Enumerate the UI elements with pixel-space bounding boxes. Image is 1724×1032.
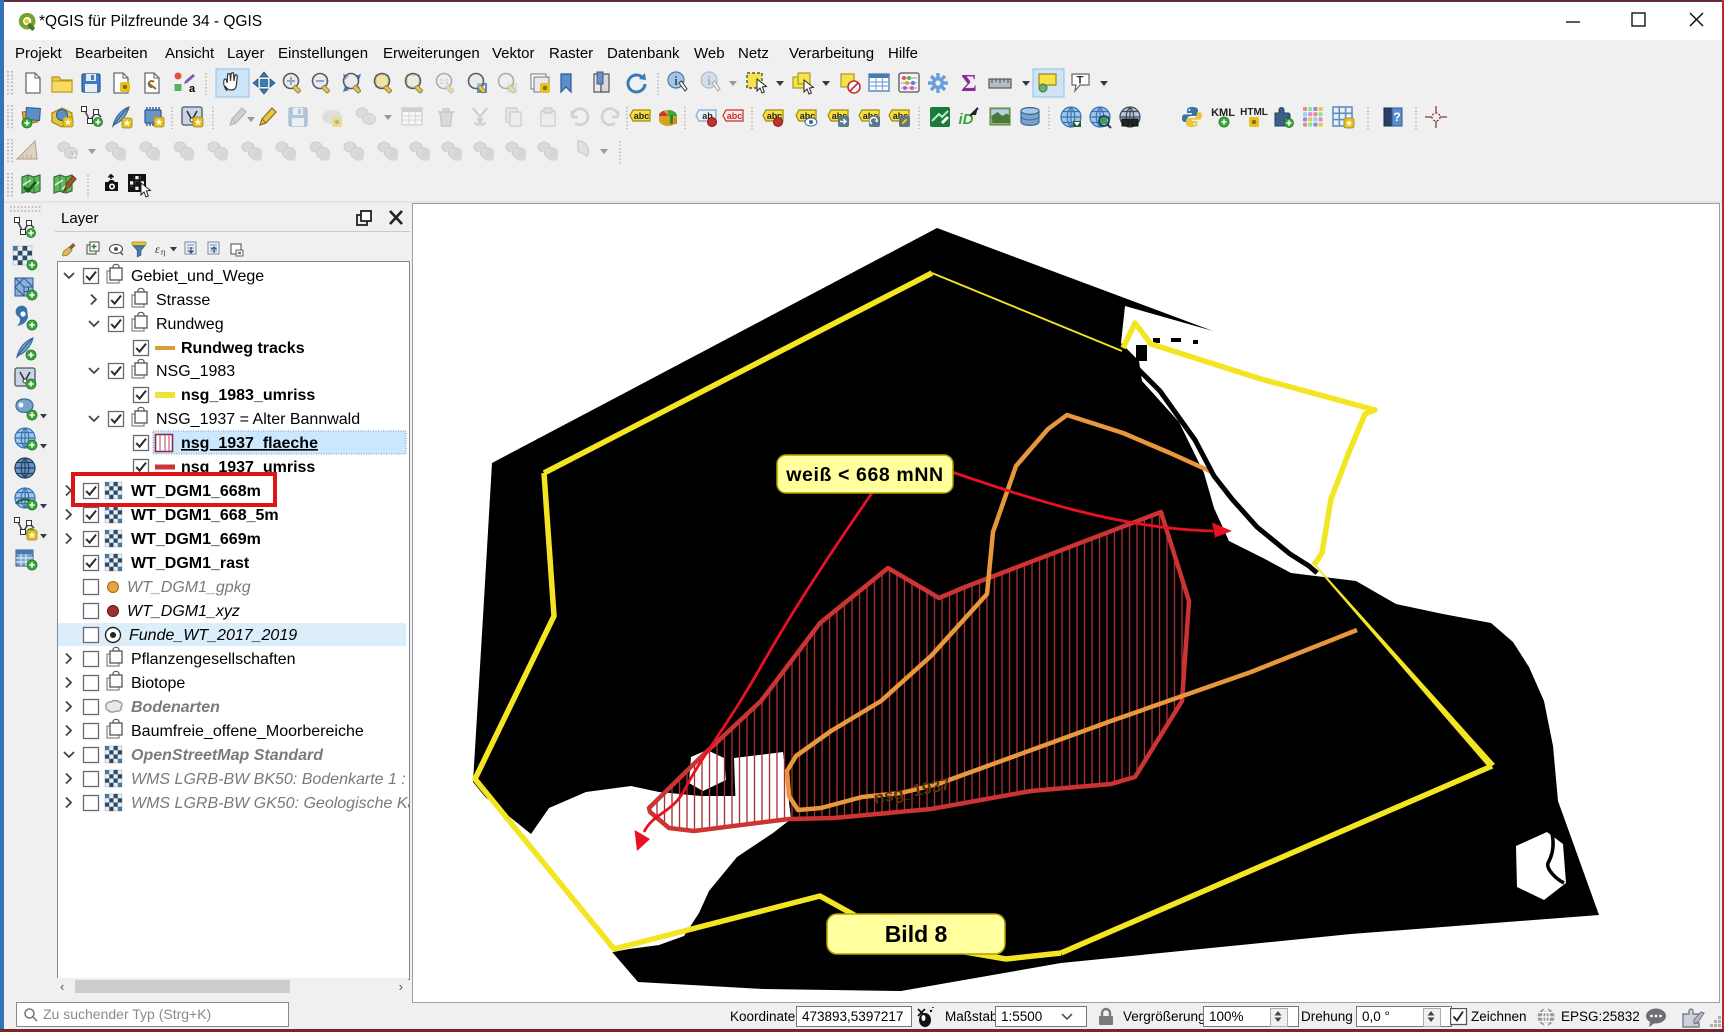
svg-text:nsg_1937_flaeche: nsg_1937_flaeche bbox=[181, 435, 318, 452]
svg-text:Biotope: Biotope bbox=[131, 675, 185, 692]
svg-text:Rundweg tracks: Rundweg tracks bbox=[181, 340, 305, 357]
svg-text:abc: abc bbox=[634, 111, 650, 121]
svg-text:WMS LGRB-BW BK50: Bodenkarte 1: WMS LGRB-BW BK50: Bodenkarte 1 : ! bbox=[131, 771, 410, 788]
svg-text:WT_DGM1_rast: WT_DGM1_rast bbox=[131, 555, 250, 572]
svg-text:Σ: Σ bbox=[961, 71, 977, 97]
svg-text:Bodenarten: Bodenarten bbox=[131, 699, 220, 716]
svg-text:WT_DGM1_668m: WT_DGM1_668m bbox=[131, 483, 261, 500]
svg-text:1:1: 1:1 bbox=[439, 79, 449, 86]
svg-text:NSG_1983: NSG_1983 bbox=[156, 363, 235, 380]
svg-text:i: i bbox=[674, 73, 678, 88]
svg-text:WT_DGM1_668_5m: WT_DGM1_668_5m bbox=[131, 507, 279, 524]
svg-text:weiß < 668 mNN: weiß < 668 mNN bbox=[785, 464, 943, 486]
svg-text:NSG_1937 = Alter Bannwald: NSG_1937 = Alter Bannwald bbox=[156, 411, 360, 428]
svg-text:Baumfreie_offene_Moorbereiche: Baumfreie_offene_Moorbereiche bbox=[131, 723, 364, 740]
svg-text:nsg_1983_umriss: nsg_1983_umriss bbox=[181, 387, 315, 404]
svg-text:Funde_WT_2017_2019: Funde_WT_2017_2019 bbox=[129, 627, 297, 644]
svg-text:HTML: HTML bbox=[1240, 107, 1268, 118]
svg-text:WT_DGM1_669m: WT_DGM1_669m bbox=[131, 531, 261, 548]
svg-text:WMS LGRB-BW GK50: Geologische: WMS LGRB-BW GK50: Geologische Ka bbox=[131, 795, 410, 812]
svg-text:i: i bbox=[707, 73, 711, 88]
svg-text:OpenStreetMap Standard: OpenStreetMap Standard bbox=[131, 747, 324, 764]
svg-text:Strasse: Strasse bbox=[156, 292, 210, 309]
svg-text:WT_DGM1_gpkg: WT_DGM1_gpkg bbox=[127, 579, 251, 596]
svg-text:T: T bbox=[1077, 75, 1084, 87]
svg-text:WT_DGM1_xyz: WT_DGM1_xyz bbox=[127, 603, 240, 620]
svg-text:Gebiet_und_Wege: Gebiet_und_Wege bbox=[131, 268, 264, 285]
svg-text:Bild 8: Bild 8 bbox=[885, 921, 948, 947]
svg-text:abc: abc bbox=[727, 111, 743, 121]
svg-text:?: ? bbox=[1393, 110, 1400, 124]
svg-text:Rundweg: Rundweg bbox=[156, 316, 224, 333]
svg-text:Pflanzengesellschaften: Pflanzengesellschaften bbox=[131, 651, 296, 668]
